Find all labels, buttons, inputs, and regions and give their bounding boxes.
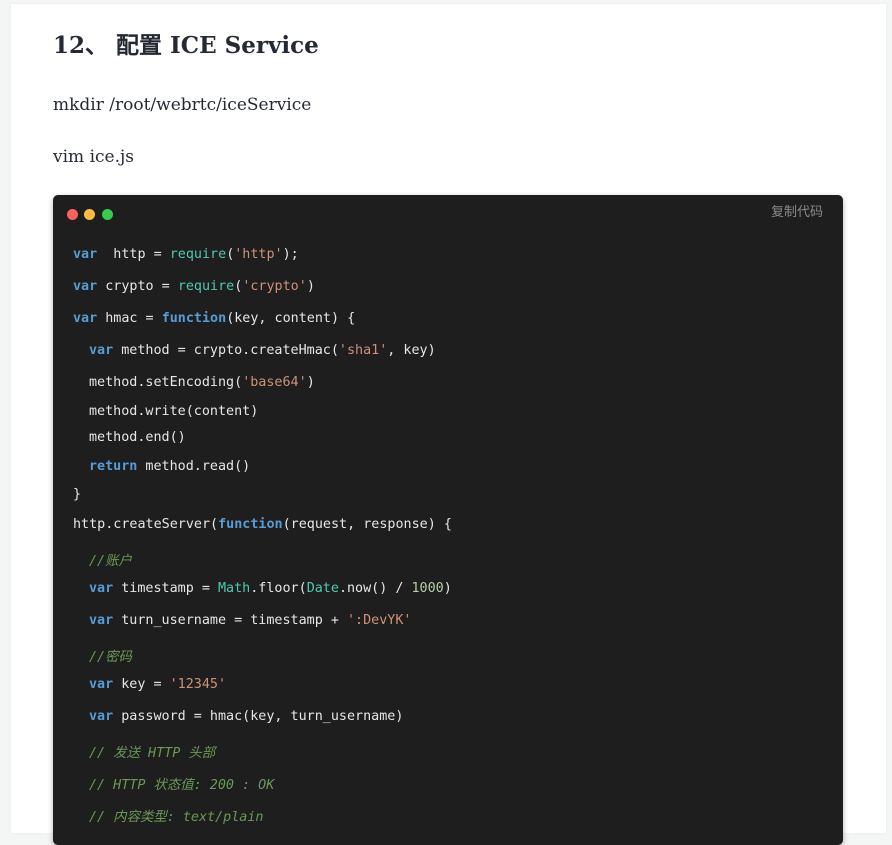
code-token: method.setEncoding( bbox=[89, 375, 243, 390]
code-token: ); bbox=[282, 247, 299, 262]
code-line: // 发送 HTTP 头部 bbox=[89, 741, 215, 761]
code-token: require bbox=[177, 279, 235, 294]
code-line: var hmac = function(key, content) { bbox=[73, 311, 355, 326]
code-token: //账户 bbox=[89, 554, 132, 569]
code-line: var turn_username = timestamp + ':DevYK' bbox=[89, 613, 411, 628]
code-token: ) bbox=[306, 375, 315, 390]
code-line: var method = crypto.createHmac('sha1', k… bbox=[89, 343, 436, 358]
code-line: var crypto = require('crypto') bbox=[73, 279, 315, 294]
code-token: // 发送 HTTP 头部 bbox=[89, 746, 216, 761]
code-line: } bbox=[73, 487, 81, 502]
code-token: method.write(content) bbox=[89, 404, 259, 419]
code-token: crypto = bbox=[97, 279, 178, 294]
code-block: 复制代码 var http = require('http'); var cryp… bbox=[53, 195, 843, 845]
window-close-dot-icon bbox=[67, 209, 78, 220]
article-page: 12、 配置 ICE Service mkdir /root/webrtc/ic… bbox=[11, 4, 886, 845]
window-maximize-dot-icon bbox=[102, 209, 113, 220]
code-token: (key, content) { bbox=[226, 311, 356, 326]
code-token: } bbox=[73, 487, 82, 502]
code-token: turn_username = timestamp + bbox=[113, 613, 347, 628]
code-token: var bbox=[73, 279, 98, 294]
code-line: var http = require('http'); bbox=[73, 247, 299, 262]
code-token: var bbox=[89, 677, 114, 692]
code-line: method.end() bbox=[89, 430, 186, 445]
code-token: timestamp = bbox=[113, 581, 218, 596]
code-token: .floor( bbox=[250, 581, 307, 596]
code-token: 1000 bbox=[411, 581, 444, 596]
code-token: function bbox=[218, 517, 283, 532]
code-token: //密码 bbox=[89, 650, 132, 665]
code-token: , key) bbox=[387, 343, 436, 358]
code-token: 'base64' bbox=[242, 375, 307, 390]
command-vim: vim ice.js bbox=[53, 147, 134, 167]
code-token: function bbox=[161, 311, 227, 326]
code-token: ':DevYK' bbox=[346, 613, 412, 628]
code-token: var bbox=[73, 247, 98, 262]
code-token: 'http' bbox=[234, 247, 283, 262]
code-line: //账户 bbox=[89, 549, 132, 569]
code-token: var bbox=[89, 613, 114, 628]
code-line: // 内容类型: text/plain bbox=[89, 805, 264, 825]
code-token: // HTTP 状态值: 200 : OK bbox=[89, 778, 275, 793]
code-token: Date bbox=[306, 581, 339, 596]
code-token: method = crypto.createHmac( bbox=[113, 343, 339, 358]
code-token: .now() / bbox=[338, 581, 412, 596]
section-heading: 12、 配置 ICE Service bbox=[53, 32, 319, 59]
code-token: '12345' bbox=[169, 677, 227, 692]
code-token: ) bbox=[306, 279, 315, 294]
code-token: key = bbox=[113, 677, 170, 692]
code-token: method.end() bbox=[89, 430, 186, 445]
code-line: // HTTP 状态值: 200 : OK bbox=[89, 773, 274, 793]
code-token: 'sha1' bbox=[338, 343, 388, 358]
code-token: // 内容类型: text/plain bbox=[89, 810, 264, 825]
code-line: var timestamp = Math.floor(Date.now() / … bbox=[89, 581, 452, 596]
code-line: //密码 bbox=[89, 645, 132, 665]
code-line: var password = hmac(key, turn_username) bbox=[89, 709, 403, 724]
code-token: var bbox=[89, 581, 114, 596]
command-mkdir: mkdir /root/webrtc/iceService bbox=[53, 95, 312, 115]
code-token: var bbox=[73, 311, 98, 326]
code-token: var bbox=[89, 709, 114, 724]
code-line: method.write(content) bbox=[89, 404, 258, 419]
code-token: http.createServer( bbox=[73, 517, 219, 532]
code-line: method.setEncoding('base64') bbox=[89, 375, 315, 390]
code-token: var bbox=[89, 343, 114, 358]
code-token: hmac = bbox=[97, 311, 162, 326]
code-token: http = bbox=[97, 247, 170, 262]
code-token: ) bbox=[443, 581, 452, 596]
code-line: var key = '12345' bbox=[89, 677, 226, 692]
code-line: return method.read() bbox=[89, 459, 250, 474]
code-token: method.read() bbox=[137, 459, 251, 474]
copy-code-button[interactable]: 复制代码 bbox=[771, 201, 823, 220]
code-token: password = hmac(key, turn_username) bbox=[113, 709, 404, 724]
code-line: http.createServer(function(request, resp… bbox=[73, 517, 452, 532]
code-token: require bbox=[169, 247, 227, 262]
window-minimize-dot-icon bbox=[84, 209, 95, 220]
code-token: 'crypto' bbox=[242, 279, 307, 294]
code-token: return bbox=[89, 459, 138, 474]
code-token: Math bbox=[218, 581, 251, 596]
code-token: (request, response) { bbox=[282, 517, 452, 532]
